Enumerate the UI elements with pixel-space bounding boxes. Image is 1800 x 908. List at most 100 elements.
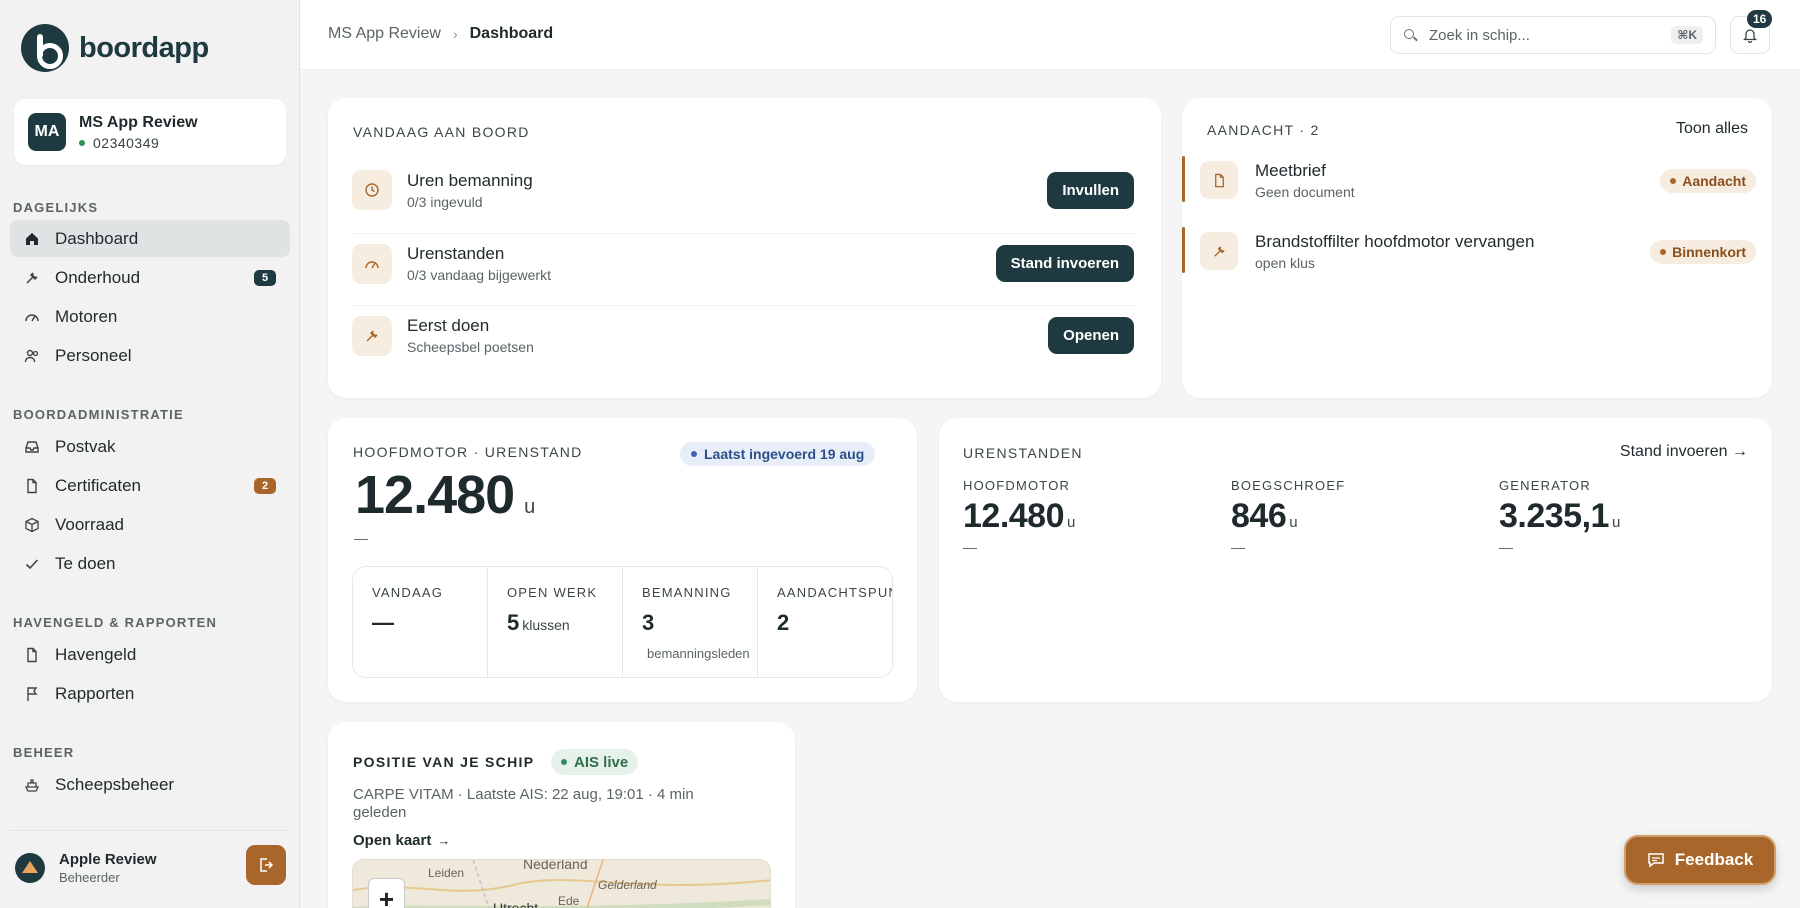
ship-switcher[interactable]: MA MS App Review 02340349 — [14, 99, 286, 165]
zoom-in-button[interactable]: + — [368, 878, 405, 908]
invullen-button[interactable]: Invullen — [1047, 171, 1134, 209]
stat-value: 3 — [642, 610, 655, 635]
stat-value-row: 5 klussen — [507, 610, 622, 636]
nav-section-daily: DAGELIJKS — [13, 200, 99, 215]
document-icon — [23, 646, 41, 664]
sidebar-item-onderhoud[interactable]: Onderhoud 5 — [10, 259, 290, 296]
card-title: URENSTANDEN — [963, 445, 1083, 461]
attention-item-subtitle: open klus — [1255, 254, 1315, 271]
sidebar-item-te-doen[interactable]: Te doen — [10, 545, 290, 582]
attention-marker — [1182, 227, 1185, 273]
attention-item-title: Meetbrief — [1255, 160, 1326, 180]
hour-label: BOEGSCHROEF — [1231, 478, 1346, 493]
open-map-link[interactable]: Open kaart → — [353, 832, 450, 849]
attention-card: AANDACHT · 2 Toon alles Meetbrief Geen d… — [1182, 98, 1772, 398]
ship-avatar: MA — [28, 113, 66, 151]
today-row-title: Eerst doen — [407, 316, 490, 335]
boordapp-logo-icon — [21, 24, 69, 72]
sidebar-item-label: Rapporten — [55, 683, 135, 703]
stat-label: BEMANNING — [642, 585, 732, 600]
stand-invoeren-link[interactable]: Stand invoeren → — [1620, 443, 1748, 461]
feedback-button[interactable]: Feedback — [1624, 835, 1776, 885]
brand[interactable]: boordapp — [21, 24, 209, 72]
sidebar-item-voorraad[interactable]: Voorraad — [10, 506, 290, 543]
sidebar-item-havengeld[interactable]: Havengeld — [10, 636, 290, 673]
attention-item[interactable]: Brandstoffilter hoofdmotor vervangen open… — [1182, 225, 1772, 277]
hour-value: 846 — [1231, 497, 1287, 535]
sidebar-item-label: Te doen — [55, 553, 116, 573]
ais-live-label: AIS live — [574, 753, 629, 771]
sidebar-item-label: Voorraad — [55, 514, 124, 534]
chevron-right-icon: › — [452, 26, 458, 42]
attention-item[interactable]: Meetbrief Geen document Aandacht — [1182, 154, 1772, 206]
wrench-icon — [352, 315, 392, 356]
sidebar-item-certificaten[interactable]: Certificaten 2 — [10, 467, 290, 504]
sidebar-item-dashboard[interactable]: Dashboard — [10, 220, 290, 257]
status-badge: Binnenkort — [1650, 240, 1756, 264]
breadcrumb-current: Dashboard — [469, 25, 554, 42]
sidebar-item-postvak[interactable]: Postvak — [10, 428, 290, 465]
user-block: Apple Review Beheerder — [10, 830, 290, 890]
hour-unit: u — [1289, 514, 1298, 531]
hour-label: GENERATOR — [1499, 478, 1591, 493]
check-icon — [23, 555, 41, 573]
sidebar-item-label: Scheepsbeheer — [55, 774, 175, 794]
hour-value-row: 846 u — [1231, 497, 1345, 536]
card-title: AANDACHT · 2 — [1207, 122, 1320, 138]
ship-code: 02340349 — [79, 135, 198, 151]
sidebar-item-personeel[interactable]: Personeel — [10, 337, 290, 374]
stat-crew[interactable]: BEMANNING 3 bemanningsleden — [623, 567, 758, 677]
hour-value: 3.235,1 — [1499, 497, 1609, 535]
breadcrumb-root[interactable]: MS App Review — [328, 25, 441, 43]
stat-attention[interactable]: AANDACHTSPUNTEN 2 — [758, 567, 892, 677]
sidebar-item-motoren[interactable]: Motoren — [10, 298, 290, 335]
hour-reading-bow-thruster: BOEGSCHROEF 846 u — — [1231, 478, 1345, 555]
engine-hours-delta: — — [354, 530, 368, 546]
ship-position-card: POSITIE VAN JE SCHIP AIS live CARPE VITA… — [328, 722, 795, 908]
stat-today[interactable]: VANDAAG — — [353, 567, 488, 677]
wrench-icon — [23, 269, 41, 287]
stat-value: 5 — [507, 610, 520, 635]
avatar[interactable] — [15, 852, 45, 883]
home-icon — [23, 230, 41, 248]
status-badge: Aandacht — [1660, 169, 1756, 193]
brand-name: boordapp — [79, 31, 209, 64]
map-label: Gelderland — [598, 878, 657, 892]
document-icon — [23, 477, 41, 495]
sidebar-item-scheepsbeheer[interactable]: Scheepsbeheer — [10, 766, 290, 803]
attention-item-subtitle: Geen document — [1255, 183, 1355, 200]
logout-button[interactable] — [246, 845, 286, 885]
hour-delta: — — [1499, 539, 1513, 555]
sidebar-item-rapporten[interactable]: Rapporten — [10, 675, 290, 712]
ship-icon — [23, 776, 41, 794]
search-input[interactable] — [1429, 26, 1649, 44]
nav-section-admin: BOORDADMINISTRATIE — [13, 407, 184, 422]
flag-icon — [23, 685, 41, 703]
engine-hours-unit: u — [524, 496, 536, 518]
stat-open-work[interactable]: OPEN WERK 5 klussen — [488, 567, 623, 677]
ais-info: CARPE VITAM · Laatste AIS: 22 aug, 19:01… — [353, 786, 694, 821]
stand-invoeren-button[interactable]: Stand invoeren — [995, 245, 1134, 282]
last-entered-pill: Laatst ingevoerd 19 aug — [680, 442, 876, 466]
status-dot-icon — [561, 759, 567, 765]
today-on-board-card: VANDAAG AAN BOORD Uren bemanning 0/3 ing… — [328, 98, 1161, 398]
search-box[interactable]: ⌘K — [1390, 16, 1716, 54]
engine-hours-value: 12.480 — [355, 465, 515, 525]
map-view[interactable]: Nederland Leiden Gelderland Utrecht Ede … — [352, 859, 771, 908]
users-icon — [23, 347, 41, 365]
stat-unit: klussen — [522, 617, 570, 633]
show-all-link[interactable]: Toon alles — [1676, 120, 1748, 138]
attention-item-title: Brandstoffilter hoofdmotor vervangen — [1255, 231, 1535, 251]
status-dot-icon — [1660, 249, 1667, 255]
hour-reading-generator: GENERATOR 3.235,1 u — — [1499, 478, 1620, 555]
openen-button[interactable]: Openen — [1048, 317, 1134, 354]
status-dot-icon — [1670, 178, 1677, 184]
arrow-right-icon: → — [437, 833, 451, 848]
user-name: Apple Review — [59, 850, 157, 868]
ship-name: MS App Review — [79, 113, 198, 131]
status-dot-icon — [691, 451, 697, 457]
status-badge-label: Binnenkort — [1672, 244, 1746, 260]
stat-label: AANDACHTSPUNTEN — [777, 585, 892, 600]
hour-value-row: 3.235,1 u — [1499, 497, 1620, 536]
card-title: POSITIE VAN JE SCHIP — [353, 754, 535, 770]
